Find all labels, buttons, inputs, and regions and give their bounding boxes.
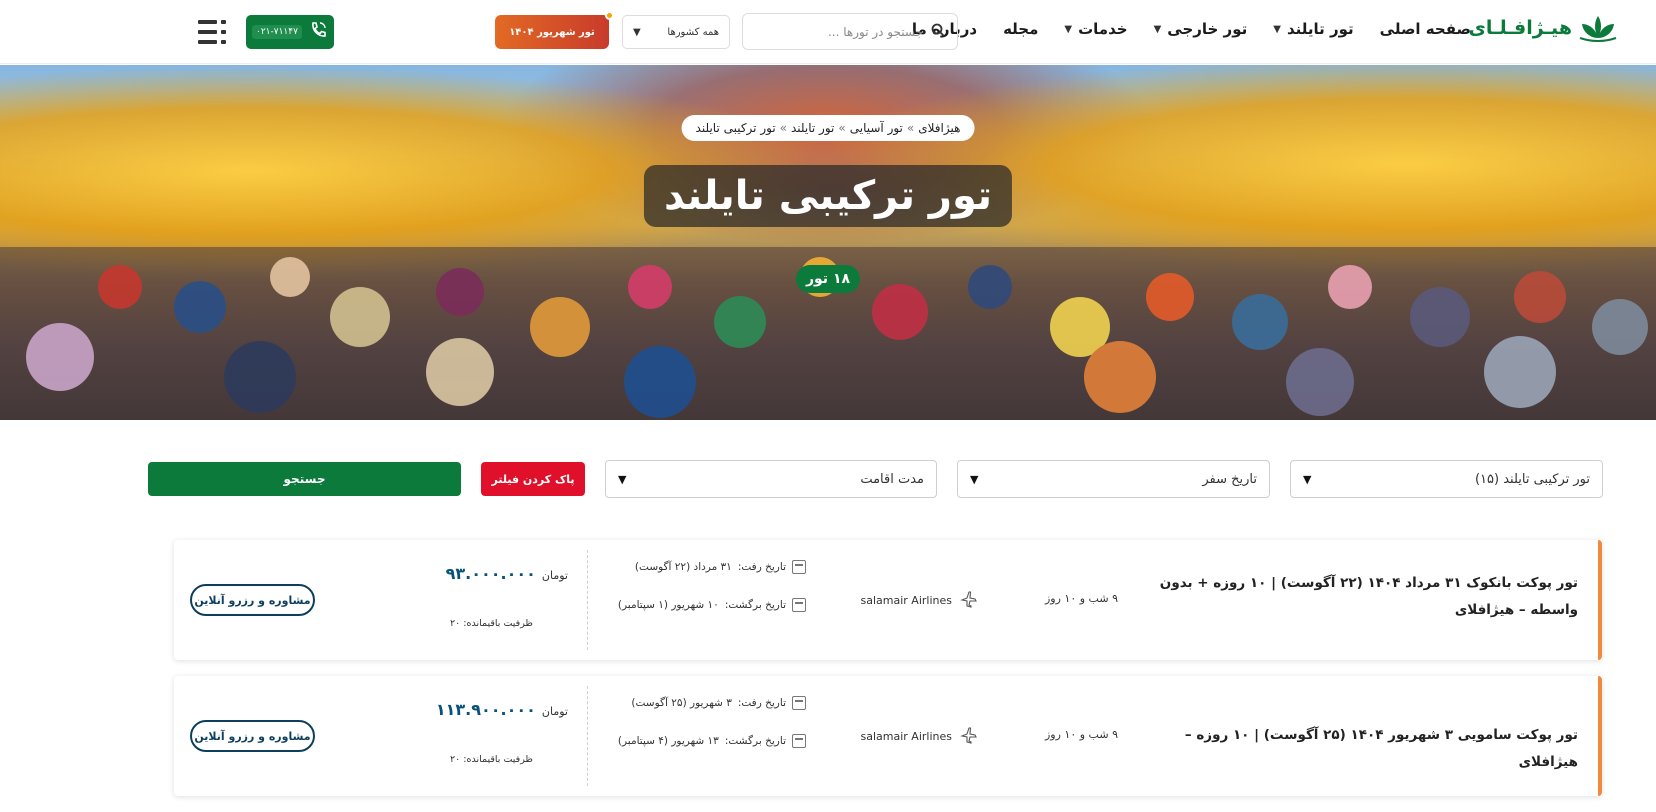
breadcrumb: هیژافلای » تور آسیایی » تور تایلند » تور… <box>681 115 975 141</box>
breadcrumb-item[interactable]: تور تایلند <box>791 121 834 135</box>
tour-duration: ۹ شب و ۱۰ روز <box>1044 592 1118 605</box>
promo-button[interactable]: تور شهریور ۱۴۰۴ <box>495 11 614 49</box>
tour-price: تومان ۱۱۳.۹۰۰.۰۰۰ <box>435 700 568 719</box>
chevron-down-icon: ▼ <box>633 26 641 38</box>
calendar-icon <box>792 734 806 748</box>
book-online-button[interactable]: مشاوره و رزرو آنلاین <box>190 584 315 616</box>
tour-dates: تاریخ رفت: ۳۱ مرداد (۲۲ آگوست) تاریخ برگ… <box>618 560 806 612</box>
search-button[interactable]: جستجو <box>148 462 461 496</box>
lotus-icon <box>1578 14 1618 42</box>
chevron-down-icon: ▼ <box>618 472 627 486</box>
tour-search-box <box>742 13 958 50</box>
hero-banner: هیژافلای » تور آسیایی » تور تایلند » تور… <box>0 65 1656 420</box>
search-input[interactable] <box>755 24 923 39</box>
country-select[interactable]: همه کشورها ▼ <box>622 15 730 49</box>
tour-price: تومان ۹۳.۰۰۰.۰۰۰ <box>445 564 568 583</box>
notification-dot <box>605 11 614 20</box>
nav-magazine[interactable]: مجله <box>1003 20 1038 38</box>
logo-text: هیـژافـلـای <box>1468 17 1573 39</box>
depart-date: تاریخ رفت: ۳۱ مرداد (۲۲ آگوست) <box>618 560 806 574</box>
chevron-down-icon: ▼ <box>1064 23 1073 35</box>
nav-services[interactable]: خدمات ▼ <box>1064 20 1127 38</box>
chevron-down-icon: ▼ <box>970 472 979 486</box>
breadcrumb-item[interactable]: تور آسیایی <box>850 121 903 135</box>
chevron-down-icon: ▼ <box>1273 23 1281 35</box>
calendar-icon <box>792 560 806 574</box>
phone-number: ۰۲۱-۷۱۱۴۷ <box>252 25 302 39</box>
site-header: هیـژافـلـای صفحه اصلی تور تایلند ▼ تور خا… <box>0 0 1656 64</box>
calendar-icon <box>792 598 806 612</box>
divider <box>587 550 588 650</box>
tour-airline: salamair Airlines <box>861 590 979 611</box>
chevron-down-icon: ▼ <box>1153 23 1162 35</box>
return-date: تاریخ برگشت: ۱۰ شهریور (۱ سپتامبر) <box>618 598 806 612</box>
page-title: تور ترکیبی تایلند <box>643 165 1013 227</box>
hero-photo <box>0 247 1656 420</box>
breadcrumb-current: تور ترکیبی تایلند <box>695 121 776 135</box>
tour-card[interactable]: تور پوکت سامویی ۳ شهریور ۱۴۰۴ (۲۵ آگوست)… <box>174 676 1602 796</box>
airplane-icon <box>960 726 978 747</box>
chevron-down-icon: ▼ <box>1303 472 1312 486</box>
phone-button[interactable]: ۰۲۱-۷۱۱۴۷ <box>246 15 334 49</box>
calendar-icon <box>792 696 806 710</box>
tour-title[interactable]: تور پوکت سامویی ۳ شهریور ۱۴۰۴ (۲۵ آگوست)… <box>1158 722 1578 776</box>
tour-title[interactable]: تور پوکت بانکوک ۳۱ مرداد ۱۴۰۴ (۲۲ آگوست)… <box>1158 570 1578 624</box>
filter-bar: تور ترکیبی تایلند (۱۵) ▼ تاریخ سفر ▼ مدت… <box>148 460 1603 498</box>
remaining-capacity: ظرفیت باقیمانده: ۲۰ <box>450 618 533 629</box>
tour-airline: salamair Airlines <box>861 726 979 747</box>
tour-type-select[interactable]: تور ترکیبی تایلند (۱۵) ▼ <box>1290 460 1603 498</box>
tour-count-badge: ۱۸ تور <box>795 265 861 293</box>
nav-thailand-tour[interactable]: تور تایلند ▼ <box>1273 20 1353 38</box>
divider <box>587 686 588 786</box>
clear-filter-button[interactable]: پاک کردن فیلتر <box>481 462 585 496</box>
return-date: تاریخ برگشت: ۱۳ شهریور (۴ سپتامبر) <box>618 734 806 748</box>
site-logo[interactable]: هیـژافـلـای <box>1469 14 1619 42</box>
travel-date-select[interactable]: تاریخ سفر ▼ <box>957 460 1270 498</box>
breadcrumb-item[interactable]: هیژافلای <box>918 121 960 135</box>
main-nav: صفحه اصلی تور تایلند ▼ تور خارجی ▼ خدمات ▼ … <box>912 20 1471 38</box>
nav-foreign-tour[interactable]: تور خارجی ▼ <box>1154 20 1248 38</box>
tour-dates: تاریخ رفت: ۳ شهریور (۲۵ آگوست) تاریخ برگ… <box>618 696 806 748</box>
tour-card[interactable]: تور پوکت بانکوک ۳۱ مرداد ۱۴۰۴ (۲۲ آگوست)… <box>174 540 1602 660</box>
phone-icon <box>308 20 328 44</box>
remaining-capacity: ظرفیت باقیمانده: ۲۰ <box>450 754 533 765</box>
airplane-icon <box>960 590 978 611</box>
depart-date: تاریخ رفت: ۳ شهریور (۲۵ آگوست) <box>618 696 806 710</box>
menu-icon[interactable] <box>198 20 226 44</box>
search-icon[interactable] <box>931 22 945 41</box>
tour-duration: ۹ شب و ۱۰ روز <box>1044 728 1118 741</box>
book-online-button[interactable]: مشاوره و رزرو آنلاین <box>190 720 315 752</box>
nav-home[interactable]: صفحه اصلی <box>1380 20 1471 38</box>
duration-select[interactable]: مدت اقامت ▼ <box>605 460 937 498</box>
